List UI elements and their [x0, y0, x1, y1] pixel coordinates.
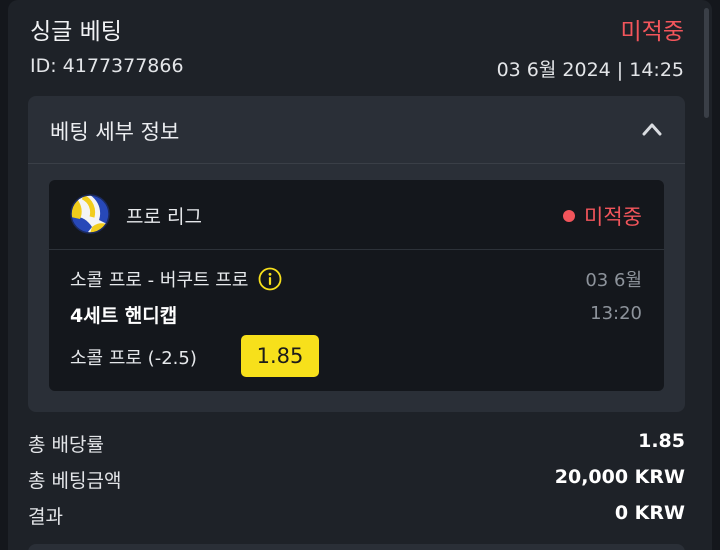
info-icon[interactable]: [258, 267, 282, 291]
selection-name: 소콜 프로 (-2.5): [70, 348, 197, 369]
league-name: 프로 리그: [126, 206, 202, 228]
status-dot-icon: [563, 210, 576, 222]
match-teams: 소콜 프로 - 버쿠트 프로: [70, 266, 282, 292]
bet-status: 미적중: [620, 19, 684, 45]
bet-selection-box: 프로 리그 미적중 소콜 프로 - 버쿠트 프로 03 6월 4세트 핸디캡 1…: [49, 180, 664, 391]
match-teams-label: 소콜 프로 - 버쿠트 프로: [70, 270, 249, 291]
bet-card: 싱글 베팅 미적중 ID: 4177377866 03 6월 2024 | 14…: [8, 0, 712, 550]
result-label: 결과: [28, 506, 63, 528]
total-stake-row: 총 베팅금액 20,000 KRW: [28, 466, 685, 493]
next-section-edge: [28, 544, 685, 550]
chevron-up-icon[interactable]: [641, 120, 663, 138]
total-odds-value: 1.85: [638, 430, 685, 452]
bet-details-panel: 베팅 세부 정보 프로 리그 미적중 소콜 프로 - 버쿠트 프로 03 6월 …: [28, 96, 685, 412]
bet-details-header[interactable]: 베팅 세부 정보: [28, 96, 685, 164]
total-stake-label: 총 베팅금액: [28, 470, 122, 492]
league-status-label: 미적중: [584, 205, 642, 229]
result-row: 결과 0 KRW: [28, 502, 685, 529]
market-name: 4세트 핸디캡: [70, 305, 178, 327]
league-row: 프로 리그 미적중: [49, 180, 664, 250]
bet-details-title: 베팅 세부 정보: [50, 120, 180, 144]
total-odds-row: 총 배당률 1.85: [28, 430, 685, 457]
bet-id: ID: 4177377866: [30, 55, 184, 77]
scrollbar[interactable]: [704, 8, 709, 118]
league-status: 미적중: [563, 201, 642, 231]
match-time: 13:20: [590, 303, 642, 324]
match-date: 03 6월: [585, 270, 642, 291]
odds-badge: 1.85: [241, 335, 319, 377]
total-odds-label: 총 배당률: [28, 434, 104, 456]
bet-type-title: 싱글 베팅: [30, 19, 122, 45]
total-stake-value: 20,000 KRW: [554, 466, 685, 488]
bet-datetime: 03 6월 2024 | 14:25: [496, 59, 684, 81]
result-value: 0 KRW: [614, 502, 685, 524]
volleyball-icon: [70, 194, 110, 234]
